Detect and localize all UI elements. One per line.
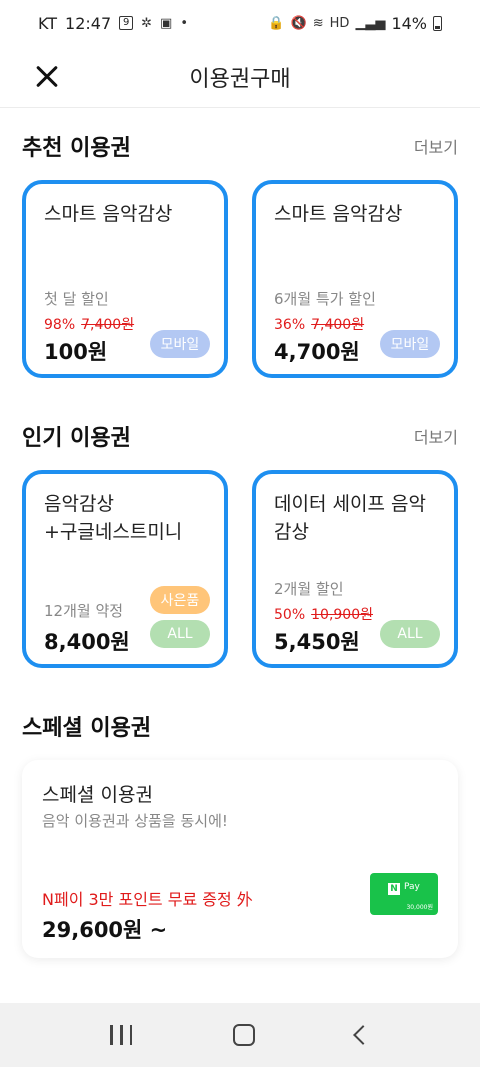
- badge-all: ALL: [380, 620, 440, 648]
- card-sub: 첫 달 할인: [44, 290, 109, 308]
- home-icon[interactable]: [232, 1024, 255, 1046]
- badge-mobile: 모바일: [150, 330, 210, 358]
- section-title-popular: 인기 이용권: [22, 426, 131, 451]
- badge-all: ALL: [150, 620, 210, 648]
- discount-rate: 36%: [274, 317, 306, 333]
- discount-rate: 50%: [274, 607, 306, 623]
- special-card[interactable]: 스페셜 이용권 음악 이용권과 상품을 동시에! N페이 3만 포인트 무료 증…: [22, 760, 458, 958]
- original-price: 7,400원: [81, 317, 135, 333]
- clock: 12:47: [65, 13, 112, 33]
- section-title-recommended: 추천 이용권: [22, 136, 131, 161]
- recommended-card-2[interactable]: 스마트 음악감상 6개월 특가 할인 36% 7,400원 4,700원 모바일: [252, 180, 458, 378]
- battery-icon: [433, 15, 442, 31]
- npay-label: Pay: [404, 882, 420, 892]
- app-bar: 이용권구매: [0, 46, 480, 108]
- special-card-promo: N페이 3만 포인트 무료 증정 外: [42, 890, 253, 909]
- card-sub: 2개월 할인: [274, 580, 344, 598]
- battery-percent: 14%: [391, 13, 427, 33]
- popular-card-2[interactable]: 데이터 세이프 음악 감상 2개월 할인 50% 10,900원 5,450원 A…: [252, 470, 458, 668]
- badge-gift: 사은품: [150, 586, 210, 614]
- popular-card-1[interactable]: 음악감상 +구글네스트미니 12개월 약정 8,400원 사은품 ALL: [22, 470, 228, 668]
- dot-icon: •: [180, 15, 189, 31]
- content-area[interactable]: 추천 이용권 더보기 스마트 음악감상 첫 달 할인 98% 7,400원 100…: [0, 108, 480, 1003]
- section-title-special: 스페셜 이용권: [22, 716, 152, 741]
- card-price: 100원: [44, 340, 108, 364]
- close-icon[interactable]: [30, 61, 62, 93]
- gallery-icon: ▣: [160, 15, 173, 31]
- recent-apps-icon[interactable]: [110, 1025, 133, 1045]
- card-discount: 36% 7,400원: [274, 314, 364, 334]
- badge-mobile: 모바일: [380, 330, 440, 358]
- lock-icon: 🔒: [268, 15, 285, 31]
- hd-icon: HD: [329, 15, 350, 31]
- more-link-popular[interactable]: 더보기: [414, 424, 458, 448]
- special-card-title: 스페셜 이용권: [42, 784, 153, 806]
- special-card-description: 음악 이용권과 상품을 동시에!: [42, 812, 228, 830]
- wifi-icon: ≋: [312, 15, 324, 31]
- special-header: 스페셜 이용권: [22, 710, 458, 742]
- original-price: 10,900원: [311, 607, 373, 623]
- npay-amount: 30,000원: [406, 904, 433, 911]
- notification-9-icon: 9: [119, 16, 134, 30]
- discount-rate: 98%: [44, 317, 76, 333]
- carrier-label: KT: [38, 13, 58, 33]
- more-link-recommended[interactable]: 더보기: [414, 134, 458, 158]
- popular-header: 인기 이용권 더보기: [22, 420, 458, 452]
- back-icon[interactable]: [352, 1025, 373, 1045]
- npay-card-image: N Pay 30,000원: [370, 873, 438, 915]
- card-discount: 50% 10,900원: [274, 604, 373, 624]
- signal-icon: ▁▃▅: [355, 15, 386, 31]
- npay-logo-icon: N: [388, 883, 400, 895]
- card-name: 데이터 세이프 음악 감상: [274, 493, 426, 543]
- page-title: 이용권구매: [189, 66, 291, 92]
- settings-icon: ✲: [141, 15, 153, 31]
- recommended-header: 추천 이용권 더보기: [22, 130, 458, 162]
- mute-icon: 🔇: [290, 15, 307, 31]
- card-sub: 12개월 약정: [44, 602, 124, 620]
- special-card-price: 29,600원 ~: [42, 918, 168, 942]
- card-price: 8,400원: [44, 630, 130, 654]
- card-price: 5,450원: [274, 630, 360, 654]
- recommended-card-1[interactable]: 스마트 음악감상 첫 달 할인 98% 7,400원 100원 모바일: [22, 180, 228, 378]
- card-price: 4,700원: [274, 340, 360, 364]
- card-name: 스마트 음악감상: [44, 203, 173, 225]
- status-bar: KT 12:47 9 ✲ ▣ • 🔒 🔇 ≋ HD ▁▃▅ 14%: [0, 0, 480, 46]
- card-discount: 98% 7,400원: [44, 314, 134, 334]
- system-nav-bar: [0, 1003, 480, 1067]
- card-name: 스마트 음악감상: [274, 203, 403, 225]
- card-sub: 6개월 특가 할인: [274, 290, 376, 308]
- original-price: 7,400원: [311, 317, 365, 333]
- card-name: 음악감상 +구글네스트미니: [44, 493, 183, 543]
